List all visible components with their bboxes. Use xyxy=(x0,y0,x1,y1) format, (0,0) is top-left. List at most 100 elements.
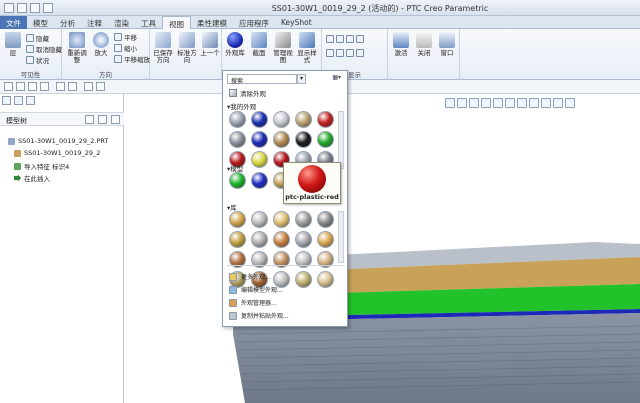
hide-button[interactable]: 隐藏 xyxy=(26,33,49,43)
library-appearance-swatch[interactable] xyxy=(251,231,268,248)
favorites-tab-icon[interactable] xyxy=(26,96,35,105)
library-appearance-swatch[interactable] xyxy=(317,231,334,248)
pan-icon xyxy=(114,33,122,41)
cad-model[interactable] xyxy=(125,94,640,403)
tab-file[interactable]: 文件 xyxy=(0,16,27,29)
activate-button[interactable]: 激活 xyxy=(390,32,412,57)
model-appearance-swatch[interactable] xyxy=(251,172,268,189)
tree-item-insert-here[interactable]: 在此插入 xyxy=(14,173,50,183)
title-bar: SS01-30W1_0019_29_2 (活动的) - PTC Creo Par… xyxy=(0,0,640,16)
previous-button[interactable]: 上一个 xyxy=(199,32,221,57)
refit-button[interactable]: 重新调整 xyxy=(66,32,88,64)
tab-view[interactable]: 视图 xyxy=(162,16,191,29)
tree-filter-icon[interactable] xyxy=(98,115,107,124)
my-appearance-swatch[interactable] xyxy=(295,131,312,148)
tree-item-datum[interactable]: SS01-30W1_0019_29_2 xyxy=(14,149,100,157)
my-appearance-swatch[interactable] xyxy=(295,111,312,128)
pan-zoom-button[interactable]: 平移缩放 xyxy=(114,54,150,64)
folder-browser-tab-icon[interactable] xyxy=(14,96,23,105)
library-appearance-swatch[interactable] xyxy=(273,231,290,248)
regenerate-icon[interactable] xyxy=(84,82,93,91)
open-file-icon[interactable] xyxy=(16,82,25,91)
library-appearance-swatch[interactable] xyxy=(251,211,268,228)
tab-model[interactable]: 模型 xyxy=(27,16,54,29)
my-appearances-grid xyxy=(229,111,336,168)
standard-orientation-button[interactable]: 标准方向 xyxy=(176,32,198,64)
model-tree-tab-icon[interactable] xyxy=(2,96,11,105)
edit-model-appearances-item[interactable]: 编辑模型外观... xyxy=(229,285,283,294)
manage-views-icon xyxy=(275,32,291,48)
my-appearance-swatch[interactable] xyxy=(273,131,290,148)
zoom-in-icon xyxy=(93,32,109,48)
library-appearance-swatch[interactable] xyxy=(295,211,312,228)
save-file-icon[interactable] xyxy=(28,82,37,91)
window-title: SS01-30W1_0019_29_2 (活动的) - PTC Creo Par… xyxy=(271,4,489,13)
my-appearance-swatch[interactable] xyxy=(229,131,246,148)
new-file-icon[interactable] xyxy=(4,82,13,91)
library-appearance-swatch[interactable] xyxy=(295,231,312,248)
tree-settings-icon[interactable] xyxy=(85,115,94,124)
undo-toolbar-icon[interactable] xyxy=(56,82,65,91)
library-appearance-swatch[interactable] xyxy=(229,211,246,228)
my-appearance-swatch[interactable] xyxy=(251,151,268,168)
search-dropdown-icon[interactable]: ▾ xyxy=(297,74,306,84)
pan-zoom-icon xyxy=(114,55,122,63)
my-appearance-swatch[interactable] xyxy=(317,131,334,148)
tab-annotate[interactable]: 注释 xyxy=(81,16,108,29)
tree-columns-icon[interactable] xyxy=(111,115,120,124)
windows-toolbar-icon[interactable] xyxy=(96,82,105,91)
graphics-window[interactable] xyxy=(125,94,640,403)
library-scrollbar[interactable] xyxy=(338,211,344,263)
tab-flexible-modeling[interactable]: 柔性建模 xyxy=(191,16,233,29)
tab-tools[interactable]: 工具 xyxy=(135,16,162,29)
windows-button[interactable]: 窗口 xyxy=(436,32,458,57)
display-style-icon xyxy=(299,32,315,48)
appearance-preview-tooltip: ptc-plastic-red xyxy=(283,162,341,204)
library-appearance-swatch[interactable] xyxy=(295,271,312,288)
status-button[interactable]: 状况 xyxy=(26,55,49,65)
appearance-gallery-button[interactable]: 外观库 xyxy=(224,32,246,57)
more-appearances-item[interactable]: 更多外观... xyxy=(229,272,271,281)
clear-appearance-button[interactable]: 清除外观 xyxy=(229,88,266,98)
library-appearance-swatch[interactable] xyxy=(317,211,334,228)
tree-item-import[interactable]: 导入特征 标识4 xyxy=(14,161,69,171)
model-appearance-swatch[interactable] xyxy=(229,172,246,189)
library-appearance-swatch[interactable] xyxy=(317,271,334,288)
tab-render[interactable]: 渲染 xyxy=(108,16,135,29)
library-appearance-swatch[interactable] xyxy=(229,231,246,248)
my-appearances-scrollbar[interactable] xyxy=(338,111,344,169)
section-button[interactable]: 截面 xyxy=(248,32,270,57)
my-appearance-swatch[interactable] xyxy=(229,111,246,128)
tab-analysis[interactable]: 分析 xyxy=(54,16,81,29)
appearance-search-input[interactable]: 搜索 xyxy=(227,74,297,85)
more-appearances-icon xyxy=(229,272,237,281)
my-appearance-swatch[interactable] xyxy=(273,111,290,128)
layers-button[interactable]: 层 xyxy=(2,32,24,57)
saved-orientations-button[interactable]: 已保存方向 xyxy=(152,32,174,64)
show-annotation-toggles[interactable] xyxy=(326,49,364,57)
display-style-button[interactable]: 显示样式 xyxy=(296,32,318,64)
zoom-out-button[interactable]: 缩小 xyxy=(114,43,137,53)
model-tree-header: 模型树 xyxy=(0,112,124,126)
tab-keyshot[interactable]: KeyShot xyxy=(275,16,318,29)
show-datum-toggles[interactable] xyxy=(326,35,364,43)
close-button[interactable]: 关闭 xyxy=(413,32,435,57)
print-icon[interactable] xyxy=(40,82,49,91)
zoom-in-button[interactable]: 放大 xyxy=(90,32,112,57)
appearance-manager-item[interactable]: 外观管理器... xyxy=(229,298,277,307)
close-icon xyxy=(416,32,432,48)
tree-item-part[interactable]: SS01-30W1_0019_29_2.PRT xyxy=(8,137,108,145)
manage-views-button[interactable]: 管理视图 xyxy=(272,32,294,64)
gallery-view-options-icon[interactable]: ▦▾ xyxy=(332,74,341,81)
standard-orientation-icon xyxy=(179,32,195,48)
copy-paste-icon xyxy=(229,311,237,320)
tab-applications[interactable]: 应用程序 xyxy=(233,16,275,29)
redo-toolbar-icon[interactable] xyxy=(68,82,77,91)
my-appearance-swatch[interactable] xyxy=(317,111,334,128)
my-appearance-swatch[interactable] xyxy=(251,111,268,128)
copy-paste-appearance-item[interactable]: 复制并粘贴外观... xyxy=(229,311,289,320)
unhide-button[interactable]: 取消隐藏 xyxy=(26,44,62,54)
my-appearance-swatch[interactable] xyxy=(251,131,268,148)
pan-button[interactable]: 平移 xyxy=(114,32,137,42)
library-appearance-swatch[interactable] xyxy=(273,211,290,228)
